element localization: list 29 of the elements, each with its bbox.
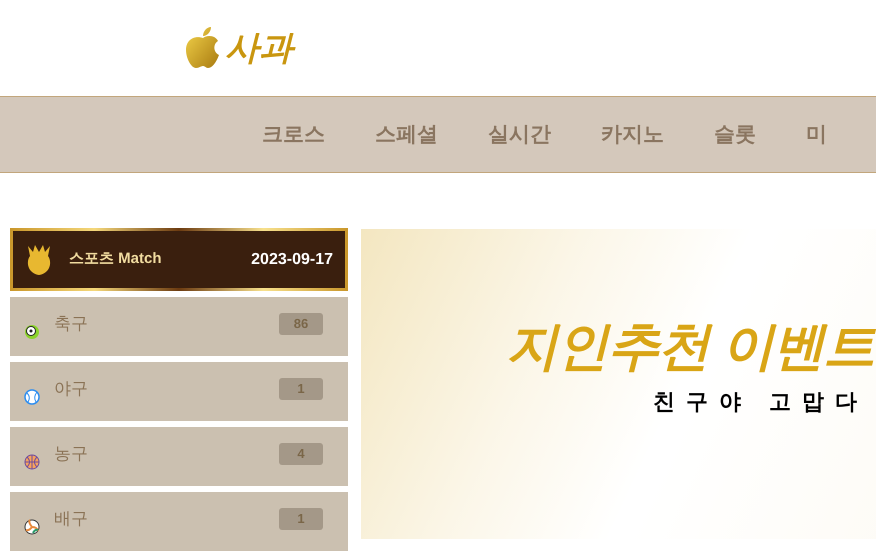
sport-name: 배구 xyxy=(54,508,88,530)
sport-row[interactable]: 야구 1 xyxy=(10,362,348,421)
match-count: 1 xyxy=(279,378,323,400)
nav-link[interactable]: 카지노 xyxy=(601,118,664,150)
nav-link[interactable]: 실시간 xyxy=(488,118,551,150)
sports-panel-date: 2023-09-17 xyxy=(251,250,333,270)
nav-link[interactable]: 크로스 xyxy=(262,118,325,150)
banner-headline: 지인추천 이벤트 xyxy=(506,320,874,372)
baseball-icon xyxy=(24,388,40,404)
apple-logo-icon xyxy=(185,26,221,70)
match-count: 4 xyxy=(279,442,323,464)
volleyball-icon xyxy=(24,518,40,534)
nav-link[interactable]: 스페셜 xyxy=(375,118,438,150)
sport-name: 농구 xyxy=(54,442,88,465)
sport-row[interactable]: 축구 86 xyxy=(10,297,348,356)
crown-pot-icon xyxy=(25,242,53,276)
soccer-ball-icon xyxy=(24,324,40,340)
event-banner[interactable]: 지인추천 이벤트 친구야 고맙다 xyxy=(361,229,876,539)
basketball-icon xyxy=(24,454,40,470)
nav-link[interactable]: 미 xyxy=(806,118,827,150)
sport-name: 축구 xyxy=(54,312,88,335)
sport-row[interactable]: 농구 4 xyxy=(10,427,348,486)
match-count: 86 xyxy=(279,312,323,334)
sport-row[interactable]: 배구 1 xyxy=(10,492,348,551)
match-count: 1 xyxy=(279,508,323,530)
nav-link[interactable]: 슬롯 xyxy=(714,118,756,150)
banner-subtitle: 친구야 고맙다 xyxy=(652,388,868,416)
sport-name: 야구 xyxy=(54,378,88,400)
sports-panel-title: 스포츠 Match xyxy=(69,249,162,270)
